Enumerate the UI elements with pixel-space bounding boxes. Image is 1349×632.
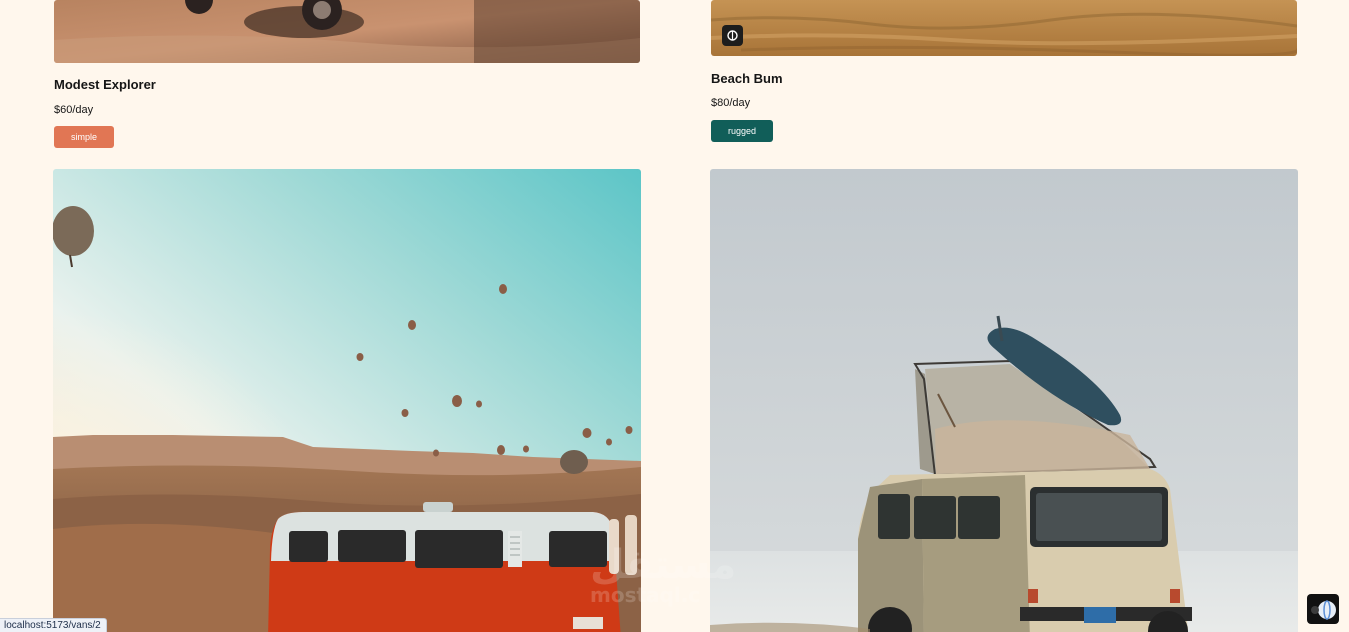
globe-icon (727, 30, 738, 41)
van-name: Modest Explorer (54, 77, 156, 92)
van-price: $80/day (711, 97, 751, 109)
van-type-badge-simple[interactable]: simple (54, 126, 114, 148)
van-price: $60/day (54, 104, 94, 116)
van-type-badge-rugged[interactable]: rugged (711, 120, 773, 142)
van-image-red-van-balloons[interactable] (53, 169, 641, 632)
van-name: Beach Bum (711, 71, 783, 86)
image-overlay-icon[interactable] (722, 25, 743, 46)
vans-page: Modest Explorer $60/day simple Beach Bum… (0, 0, 1349, 632)
van-card-3[interactable] (53, 169, 641, 632)
van-card-modest-explorer[interactable]: Modest Explorer $60/day simple (54, 0, 641, 150)
van-image-beige-van-surfboard[interactable] (710, 169, 1298, 632)
van-card-4[interactable] (710, 169, 1298, 632)
van-image-beach-bum[interactable] (711, 0, 1297, 56)
van-image-modest-explorer[interactable] (54, 0, 640, 63)
browser-status-url: localhost:5173/vans/2 (0, 618, 107, 632)
floating-widget-button[interactable] (1307, 594, 1339, 624)
van-card-beach-bum[interactable]: Beach Bum $80/day rugged (711, 0, 1298, 145)
sphere-icon (1311, 600, 1336, 620)
